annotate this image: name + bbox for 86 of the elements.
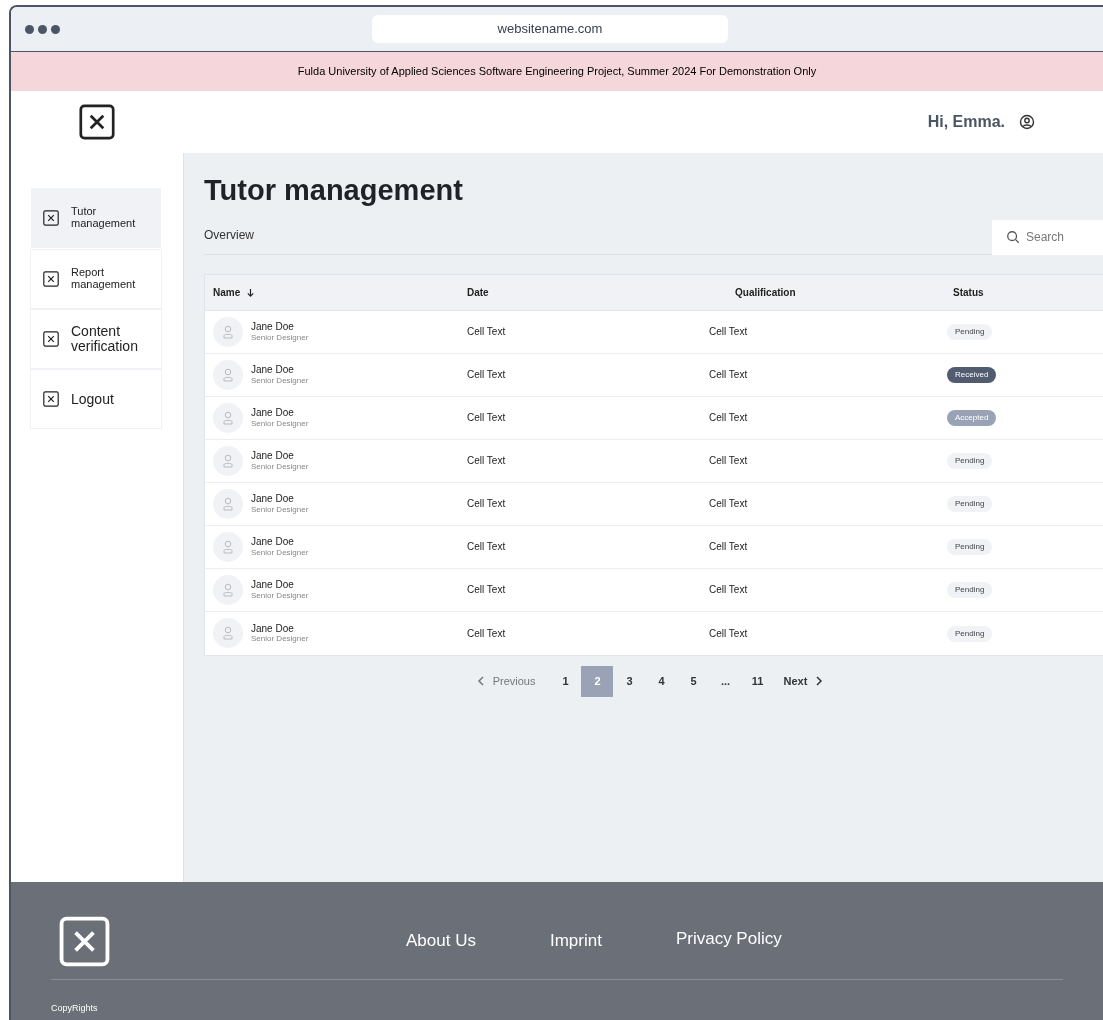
status-badge: Pending	[947, 496, 993, 513]
person-role: Senior Designer	[251, 418, 309, 429]
chevron-left-icon	[476, 676, 485, 687]
person-role: Senior Designer	[251, 461, 309, 472]
person-icon	[223, 367, 233, 382]
person-icon	[223, 626, 233, 641]
footer-link[interactable]: Privacy Policy	[675, 926, 782, 952]
status-badge: Pending	[947, 453, 993, 470]
sort-arrow-icon[interactable]	[246, 287, 256, 297]
close-box-icon	[43, 391, 59, 407]
previous-button[interactable]: Previous	[476, 673, 536, 690]
table-cell: Cell Text	[709, 369, 748, 381]
url-bar[interactable]: websitename.com	[372, 15, 728, 43]
person-role: Senior Designer	[251, 590, 309, 601]
table-cell: Cell Text	[467, 627, 506, 639]
person-name: Jane Doe	[251, 536, 295, 548]
sidebar-label: Logout	[71, 391, 114, 407]
person-role: Senior Designer	[251, 375, 309, 386]
table-cell: Cell Text	[709, 498, 748, 510]
person-name: Jane Doe	[251, 579, 295, 591]
table-cell: Cell Text	[709, 541, 748, 553]
table-cell: Cell Text	[709, 412, 748, 424]
table-cell: Cell Text	[467, 498, 506, 510]
person-icon	[223, 324, 233, 339]
status-badge: Received	[947, 367, 997, 384]
page-button[interactable]: 11	[741, 665, 774, 697]
person-role: Senior Designer	[251, 332, 309, 343]
page-button[interactable]: ...	[709, 665, 742, 697]
person-role: Senior Designer	[251, 547, 309, 558]
page-button[interactable]: 4	[645, 665, 678, 697]
page-button[interactable]: 3	[613, 665, 646, 697]
status-badge: Pending	[947, 625, 993, 642]
person-name: Jane Doe	[251, 364, 295, 376]
search-icon	[1006, 229, 1020, 244]
sidebar-label: Tutor management	[71, 206, 137, 230]
person-name: Jane Doe	[251, 407, 295, 419]
column-header[interactable]: Date	[467, 286, 489, 298]
status-badge: Pending	[947, 539, 993, 556]
column-header[interactable]: Status	[953, 286, 984, 298]
footer-logo-icon	[59, 915, 110, 967]
footer-link[interactable]: About Us	[406, 928, 476, 954]
person-icon	[223, 410, 233, 425]
status-badge: Accepted	[947, 410, 997, 427]
user-icon[interactable]	[1019, 114, 1035, 130]
copyright-text: CopyRights	[51, 1003, 98, 1013]
table-cell: Cell Text	[467, 584, 506, 596]
table-cell: Cell Text	[709, 326, 748, 338]
close-box-icon	[43, 331, 59, 347]
status-badge: Pending	[947, 324, 993, 341]
table-cell: Cell Text	[467, 369, 506, 381]
close-box-icon	[43, 271, 59, 287]
person-role: Senior Designer	[251, 634, 309, 644]
next-button[interactable]: Next	[783, 673, 824, 690]
column-header[interactable]: Qualification	[735, 286, 796, 298]
table-cell: Cell Text	[467, 326, 506, 338]
page-button[interactable]: 1	[549, 665, 582, 697]
person-icon	[223, 582, 233, 597]
table-cell: Cell Text	[709, 627, 748, 639]
person-role: Senior Designer	[251, 504, 309, 515]
search-field[interactable]: Search	[992, 219, 1103, 255]
person-name: Jane Doe	[251, 493, 295, 505]
table-cell: Cell Text	[467, 412, 506, 424]
person-icon	[223, 539, 233, 554]
footer-link[interactable]: Imprint	[549, 928, 602, 954]
status-badge: Pending	[947, 582, 993, 599]
table-cell: Cell Text	[709, 584, 748, 596]
table-cell: Cell Text	[709, 455, 748, 467]
table-cell: Cell Text	[467, 455, 506, 467]
demo-banner: Fulda University of Applied Sciences Software Engineering Project, Summer 2024 For Demonstration Only	[11, 52, 1103, 91]
sidebar-label: Report management	[71, 267, 137, 291]
logo-icon	[79, 104, 115, 140]
person-name: Jane Doe	[251, 321, 295, 333]
close-box-icon	[43, 210, 59, 226]
person-name: Jane Doe	[251, 450, 295, 462]
person-name: Jane Doe	[251, 622, 295, 635]
table-cell: Cell Text	[467, 541, 506, 553]
person-icon	[223, 496, 233, 511]
chevron-right-icon	[815, 676, 824, 687]
page-button[interactable]: 5	[677, 665, 710, 697]
sidebar-label: Content verification	[71, 324, 139, 354]
page-title: Tutor management	[204, 173, 464, 208]
user-greeting: Hi, Emma.	[927, 112, 1005, 132]
section-label: Overview	[204, 226, 254, 244]
column-header[interactable]: Name	[213, 284, 241, 300]
sidebar-item[interactable]: Tutor management	[31, 188, 161, 248]
person-icon	[223, 453, 233, 468]
